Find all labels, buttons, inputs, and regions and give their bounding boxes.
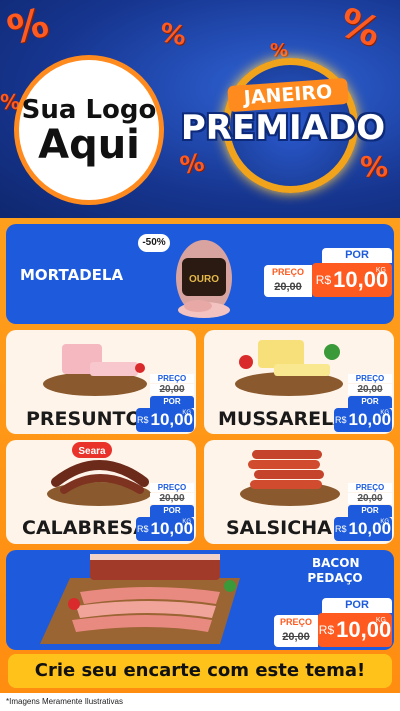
- price-tag-calabresa: PREÇO 20,00 POR R$ 10,00 KG: [136, 483, 194, 541]
- unit: KG: [182, 410, 191, 416]
- product-name: MUSSARELA: [218, 408, 348, 430]
- logo-line2: Aqui: [38, 122, 140, 168]
- old-price-box: PREÇO 20,00: [274, 615, 318, 647]
- new-price-box: R$ 10,00 KG: [136, 517, 194, 541]
- disclaimer: *Imagens Meramente Ilustrativas: [0, 693, 400, 711]
- old-price: 20,00: [274, 281, 302, 293]
- header-banner: % % % % % % % Sua Logo Aqui JANEIRO PREM…: [0, 0, 400, 220]
- logo-placeholder[interactable]: Sua Logo Aqui: [14, 55, 164, 205]
- presunto-image: [43, 344, 147, 396]
- old-price: 20,00: [150, 493, 194, 504]
- percent-icon: %: [2, 0, 54, 55]
- new-price-box: R$ 10,00 KG: [334, 408, 392, 432]
- bacon-image: [40, 554, 240, 644]
- price-tag-presunto: PREÇO 20,00 POR R$ 10,00 KG: [136, 374, 194, 432]
- currency: R$: [136, 415, 149, 425]
- logo-line1: Sua Logo: [21, 95, 157, 125]
- old-price-box: PREÇO 20,00: [264, 265, 312, 297]
- mortadela-image: OURO: [176, 240, 232, 318]
- por-label: POR: [322, 598, 392, 613]
- badge-title: PREMIADO: [180, 108, 386, 148]
- product-name: MORTADELA: [20, 266, 124, 284]
- currency: R$: [334, 415, 347, 425]
- percent-icon: %: [333, 0, 387, 57]
- preco-label: PREÇO: [150, 483, 194, 492]
- unit: KG: [375, 617, 386, 624]
- unit: KG: [380, 410, 389, 416]
- product-name-line1: BACON: [312, 556, 360, 570]
- por-label: POR: [322, 248, 392, 263]
- new-price-box: R$ 10,00 KG: [334, 517, 392, 541]
- por-label: POR: [150, 505, 194, 517]
- salsicha-image: [240, 450, 340, 506]
- cta-banner[interactable]: Crie seu encarte com este tema!: [8, 654, 392, 688]
- por-label: POR: [348, 396, 392, 408]
- currency: R$: [136, 524, 149, 534]
- percent-icon: %: [157, 17, 189, 53]
- new-price-box: R$ 10,00 KG: [312, 263, 392, 297]
- brand-text: Seara: [78, 446, 106, 457]
- currency: R$: [334, 524, 347, 534]
- old-price: 20,00: [282, 631, 310, 643]
- old-price: 20,00: [150, 384, 194, 395]
- por-label: POR: [150, 396, 194, 408]
- mussarela-image: [235, 340, 343, 396]
- preco-label: PREÇO: [271, 267, 304, 277]
- preco-label: PREÇO: [279, 617, 312, 627]
- old-price: 20,00: [348, 493, 392, 504]
- preco-label: PREÇO: [150, 374, 194, 383]
- unit: KG: [375, 267, 386, 274]
- price-tag-bacon: POR PREÇO 20,00 R$ 10,00 KG: [270, 598, 392, 648]
- old-price: 20,00: [348, 384, 392, 395]
- new-price-box: R$ 10,00 KG: [136, 408, 194, 432]
- por-label: POR: [348, 505, 392, 517]
- product-name: SALSICHA: [226, 517, 332, 539]
- product-name: CALABRESA: [22, 517, 148, 539]
- unit: KG: [182, 519, 191, 525]
- brand-text: OURO: [189, 274, 219, 285]
- price-tag-mussarela: PREÇO 20,00 POR R$ 10,00 KG: [334, 374, 392, 432]
- campaign-badge: JANEIRO PREMIADO: [168, 58, 398, 198]
- preco-label: PREÇO: [348, 483, 392, 492]
- currency: R$: [315, 273, 332, 287]
- product-name-line2: PEDAÇO: [307, 571, 363, 585]
- preco-label: PREÇO: [348, 374, 392, 383]
- new-price-box: R$ 10,00 KG: [318, 613, 392, 647]
- currency: R$: [318, 623, 335, 637]
- unit: KG: [380, 519, 389, 525]
- price-tag-salsicha: PREÇO 20,00 POR R$ 10,00 KG: [334, 483, 392, 541]
- price-tag-mortadela: POR PREÇO 20,00 R$ 10,00 KG: [264, 248, 392, 298]
- product-name: PRESUNTO: [26, 408, 142, 430]
- discount-badge: -50%: [138, 234, 170, 252]
